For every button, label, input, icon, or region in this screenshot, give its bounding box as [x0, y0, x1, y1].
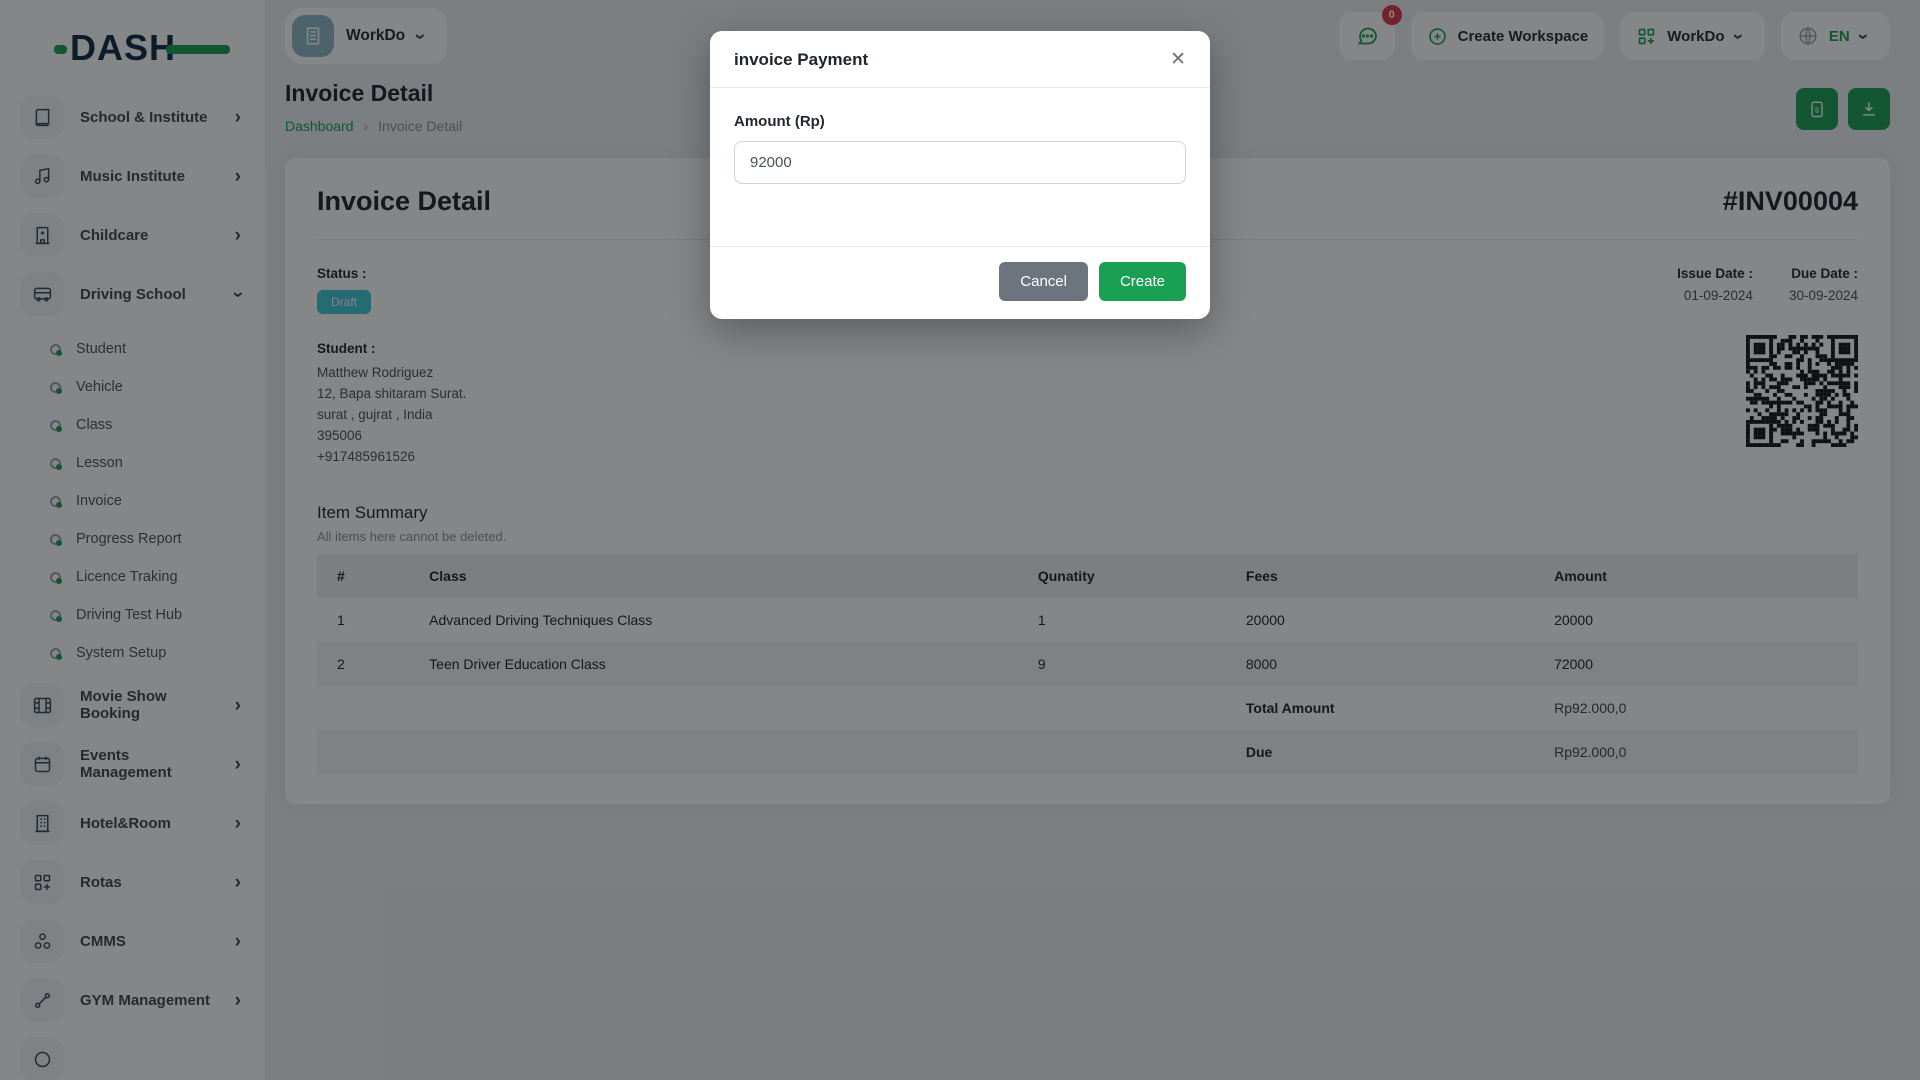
amount-label: Amount (Rp): [734, 113, 1186, 130]
cancel-button[interactable]: Cancel: [999, 262, 1088, 301]
close-icon[interactable]: ✕: [1162, 44, 1194, 75]
modal-title: invoice Payment: [734, 50, 868, 69]
create-button[interactable]: Create: [1099, 262, 1186, 301]
invoice-payment-modal: invoice Payment ✕ Amount (Rp) Cancel Cre…: [710, 31, 1210, 319]
amount-input[interactable]: [734, 141, 1186, 184]
